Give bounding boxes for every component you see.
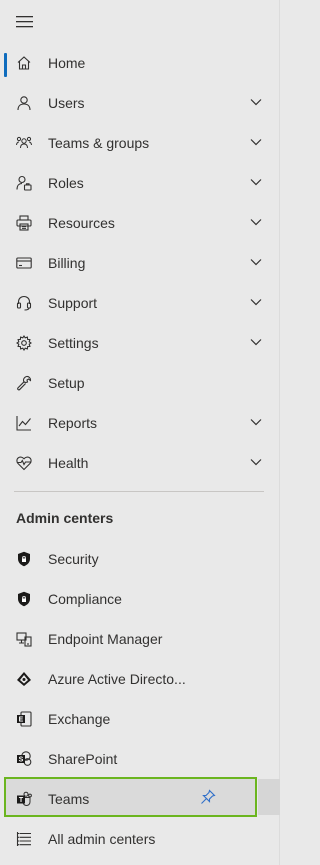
list-icon — [16, 831, 32, 847]
security-shield-icon — [16, 551, 32, 567]
admin-item-endpoint-manager[interactable]: Endpoint Manager — [0, 619, 280, 659]
svg-text:E: E — [19, 717, 24, 724]
svg-text:S: S — [19, 757, 24, 764]
card-icon — [16, 255, 32, 271]
azure-ad-icon — [16, 671, 32, 687]
admin-item-security[interactable]: Security — [0, 539, 280, 579]
nav-item-label: Teams & groups — [48, 135, 150, 151]
admin-item-sharepoint[interactable]: S SharePoint — [0, 739, 280, 779]
gear-icon — [16, 335, 32, 351]
admin-item-label: Teams — [48, 791, 90, 807]
sharepoint-icon: S — [16, 751, 32, 767]
nav-item-health[interactable]: Health — [0, 443, 280, 483]
admin-centers-heading: Admin centers — [16, 510, 114, 526]
admin-item-label: Compliance — [48, 591, 122, 607]
admin-item-exchange[interactable]: E Exchange — [0, 699, 280, 739]
nav-item-label: Home — [48, 55, 86, 71]
pin-icon[interactable] — [200, 789, 216, 805]
scroll-indicator — [258, 779, 280, 815]
hamburger-icon[interactable] — [16, 15, 34, 29]
nav-item-teams-groups[interactable]: Teams & groups — [0, 123, 280, 163]
nav-item-billing[interactable]: Billing — [0, 243, 280, 283]
nav-item-label: Reports — [48, 415, 98, 431]
admin-item-all-admin-centers[interactable]: All admin centers — [0, 819, 280, 859]
endpoint-manager-icon — [16, 631, 32, 647]
nav-item-roles[interactable]: Roles — [0, 163, 280, 203]
active-indicator — [4, 53, 7, 77]
chevron-down-icon[interactable] — [250, 418, 262, 426]
admin-item-compliance[interactable]: Compliance — [0, 579, 280, 619]
admin-item-azure-ad[interactable]: Azure Active Directo... — [0, 659, 280, 699]
chevron-down-icon[interactable] — [250, 218, 262, 226]
chevron-down-icon[interactable] — [250, 98, 262, 106]
chevron-down-icon[interactable] — [250, 458, 262, 466]
compliance-shield-icon — [16, 591, 32, 607]
nav-item-label: Health — [48, 455, 89, 471]
role-icon — [16, 175, 32, 191]
admin-item-label: SharePoint — [48, 751, 118, 767]
admin-item-teams[interactable]: T Teams — [0, 779, 280, 819]
nav-item-label: Settings — [48, 335, 99, 351]
nav-item-reports[interactable]: Reports — [0, 403, 280, 443]
nav-item-users[interactable]: Users — [0, 83, 280, 123]
admin-item-label: Endpoint Manager — [48, 631, 163, 647]
teams-icon: T — [16, 791, 32, 807]
nav-item-support[interactable]: Support — [0, 283, 280, 323]
chevron-down-icon[interactable] — [250, 138, 262, 146]
left-navigation-pane: Home Users Teams & groups Roles Resource… — [0, 0, 280, 865]
nav-item-label: Resources — [48, 215, 115, 231]
nav-item-label: Users — [48, 95, 85, 111]
home-icon — [16, 55, 32, 71]
admin-item-label: Security — [48, 551, 99, 567]
admin-item-label: Azure Active Directo... — [48, 671, 186, 687]
chart-icon — [16, 415, 32, 431]
nav-item-label: Roles — [48, 175, 84, 191]
nav-item-resources[interactable]: Resources — [0, 203, 280, 243]
nav-item-setup[interactable]: Setup — [0, 363, 280, 403]
nav-item-settings[interactable]: Settings — [0, 323, 280, 363]
people-icon — [16, 135, 32, 151]
svg-text:T: T — [19, 797, 24, 804]
exchange-icon: E — [16, 711, 32, 727]
heart-pulse-icon — [16, 455, 32, 471]
nav-item-label: Setup — [48, 375, 85, 391]
chevron-down-icon[interactable] — [250, 178, 262, 186]
nav-item-label: Support — [48, 295, 98, 311]
wrench-icon — [16, 375, 32, 391]
chevron-down-icon[interactable] — [250, 258, 262, 266]
printer-icon — [16, 215, 32, 231]
chevron-down-icon[interactable] — [250, 338, 262, 346]
section-divider — [14, 491, 264, 492]
nav-item-home[interactable]: Home — [0, 43, 280, 83]
headset-icon — [16, 295, 32, 311]
user-icon — [16, 95, 32, 111]
nav-item-label: Billing — [48, 255, 86, 271]
admin-item-label: Exchange — [48, 711, 111, 727]
chevron-down-icon[interactable] — [250, 298, 262, 306]
admin-item-label: All admin centers — [48, 831, 156, 847]
